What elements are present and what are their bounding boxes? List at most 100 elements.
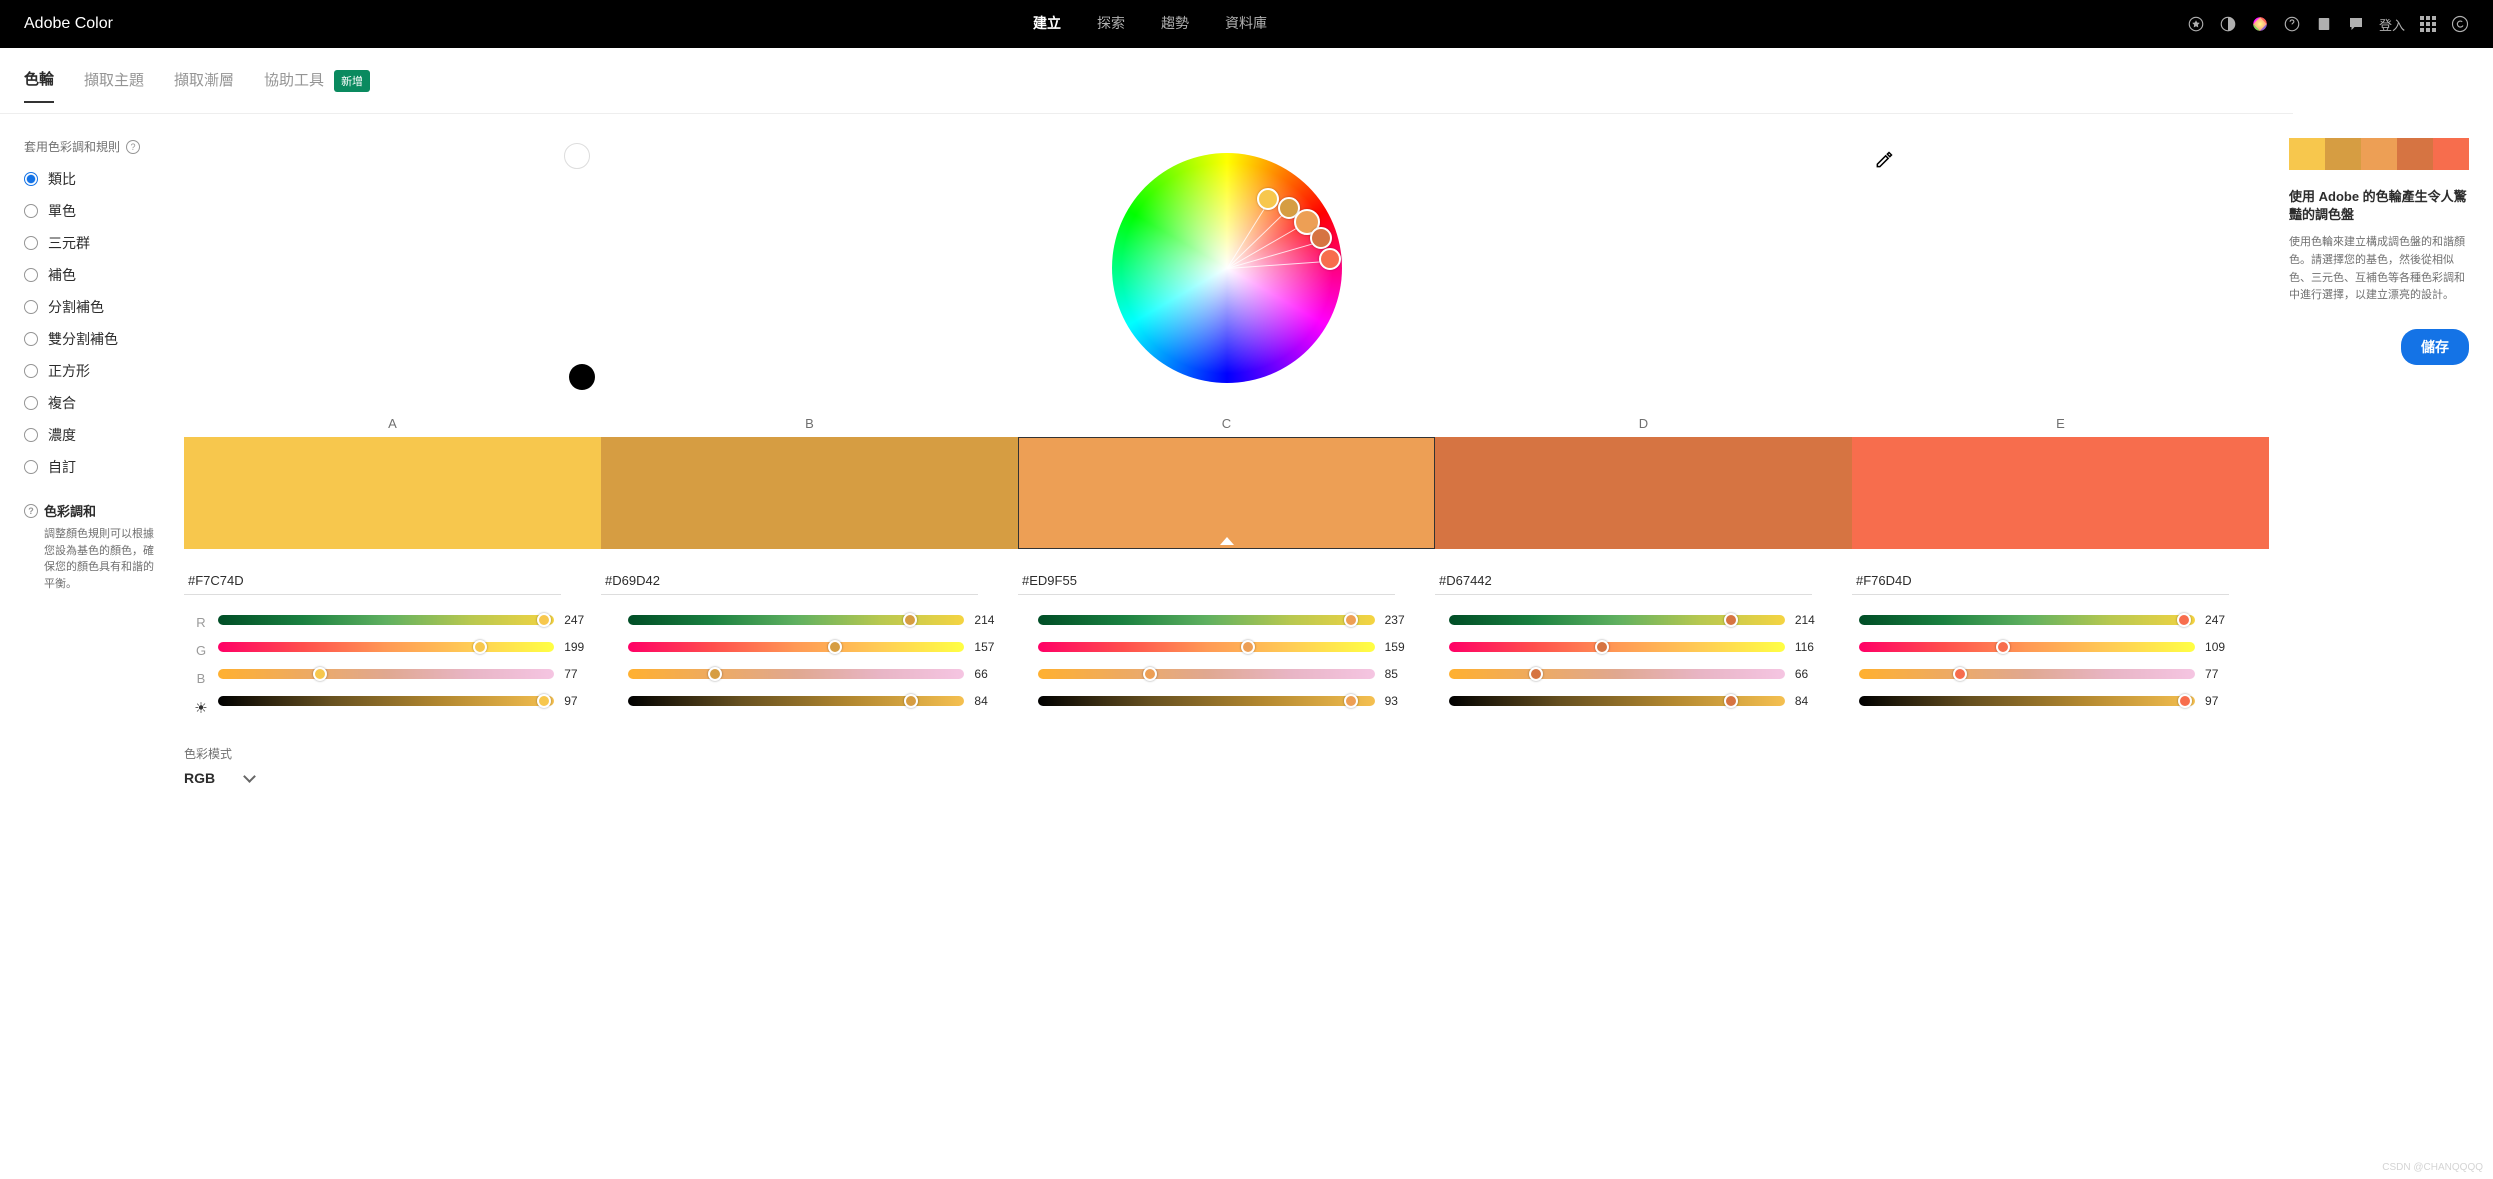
color-swatch[interactable] xyxy=(184,437,601,549)
slider-thumb[interactable] xyxy=(828,640,842,654)
slider-b[interactable] xyxy=(1449,669,1785,679)
slider-value[interactable]: 97 xyxy=(564,694,592,708)
slider-r[interactable] xyxy=(1859,615,2195,625)
slider-b[interactable] xyxy=(1038,669,1374,679)
slider-l[interactable] xyxy=(1859,696,2195,706)
hex-input[interactable]: #D67442 xyxy=(1435,573,1812,595)
slider-thumb[interactable] xyxy=(1241,640,1255,654)
hex-input[interactable]: #F76D4D xyxy=(1852,573,2229,595)
subtab-extract-gradient[interactable]: 擷取漸層 xyxy=(174,69,234,102)
help-icon[interactable] xyxy=(2283,15,2301,33)
slider-value[interactable]: 77 xyxy=(564,667,592,681)
rule-option[interactable]: 雙分割補色 xyxy=(24,329,164,349)
wheel-handle-d[interactable] xyxy=(1310,227,1332,249)
slider-value[interactable]: 66 xyxy=(974,667,1002,681)
color-wheel-icon[interactable] xyxy=(2251,15,2269,33)
slider-thumb[interactable] xyxy=(2177,613,2191,627)
slider-value[interactable]: 93 xyxy=(1385,694,1413,708)
color-swatch[interactable] xyxy=(1435,437,1852,549)
help-icon[interactable]: ? xyxy=(126,140,140,154)
slider-r[interactable] xyxy=(1038,615,1374,625)
slider-thumb[interactable] xyxy=(1953,667,1967,681)
wheel-handle-a[interactable] xyxy=(1257,188,1279,210)
rule-option[interactable]: 補色 xyxy=(24,265,164,285)
rule-option[interactable]: 單色 xyxy=(24,201,164,221)
nav-libraries[interactable]: 資料庫 xyxy=(1225,13,1267,35)
slider-g[interactable] xyxy=(1038,642,1374,652)
cc-icon[interactable] xyxy=(2451,15,2469,33)
login-link[interactable]: 登入 xyxy=(2379,15,2405,34)
rule-option[interactable]: 類比 xyxy=(24,169,164,189)
rule-option[interactable]: 濃度 xyxy=(24,425,164,445)
slider-thumb[interactable] xyxy=(1724,613,1738,627)
slider-g[interactable] xyxy=(628,642,964,652)
nav-create[interactable]: 建立 xyxy=(1033,13,1061,35)
slider-g[interactable] xyxy=(218,642,554,652)
color-swatch[interactable] xyxy=(601,437,1018,549)
eyedropper-icon[interactable] xyxy=(1874,150,1894,173)
rule-option[interactable]: 複合 xyxy=(24,393,164,413)
brightness-icon[interactable]: ☀ xyxy=(184,699,218,717)
slider-value[interactable]: 237 xyxy=(1385,613,1413,627)
slider-thumb[interactable] xyxy=(473,640,487,654)
rule-option[interactable]: 分割補色 xyxy=(24,297,164,317)
info-icon[interactable]: ? xyxy=(24,504,38,518)
slider-value[interactable]: 97 xyxy=(2205,694,2233,708)
slider-value[interactable]: 66 xyxy=(1795,667,1823,681)
slider-value[interactable]: 116 xyxy=(1795,640,1823,654)
nav-trends[interactable]: 趨勢 xyxy=(1161,13,1189,35)
slider-value[interactable]: 84 xyxy=(974,694,1002,708)
slider-thumb[interactable] xyxy=(1344,694,1358,708)
slider-value[interactable]: 199 xyxy=(564,640,592,654)
slider-b[interactable] xyxy=(628,669,964,679)
slider-thumb[interactable] xyxy=(313,667,327,681)
slider-value[interactable]: 84 xyxy=(1795,694,1823,708)
slider-value[interactable]: 157 xyxy=(974,640,1002,654)
slider-l[interactable] xyxy=(1038,696,1374,706)
slider-value[interactable]: 247 xyxy=(2205,613,2233,627)
slider-thumb[interactable] xyxy=(904,694,918,708)
mode-select[interactable]: RGB xyxy=(184,770,2269,786)
slider-g[interactable] xyxy=(1859,642,2195,652)
slider-l[interactable] xyxy=(1449,696,1785,706)
slider-r[interactable] xyxy=(628,615,964,625)
hex-input[interactable]: #D69D42 xyxy=(601,573,978,595)
black-point[interactable] xyxy=(569,364,595,390)
slider-thumb[interactable] xyxy=(537,694,551,708)
wheel-handle-e[interactable] xyxy=(1319,248,1341,270)
chat-icon[interactable] xyxy=(2347,15,2365,33)
subtab-extract-theme[interactable]: 擷取主題 xyxy=(84,69,144,102)
color-swatch[interactable] xyxy=(1018,437,1435,549)
slider-r[interactable] xyxy=(218,615,554,625)
slider-l[interactable] xyxy=(628,696,964,706)
slider-thumb[interactable] xyxy=(1724,694,1738,708)
slider-thumb[interactable] xyxy=(708,667,722,681)
slider-r[interactable] xyxy=(1449,615,1785,625)
notification-icon[interactable] xyxy=(2315,15,2333,33)
slider-value[interactable]: 159 xyxy=(1385,640,1413,654)
slider-thumb[interactable] xyxy=(1996,640,2010,654)
color-swatch[interactable] xyxy=(1852,437,2269,549)
white-point[interactable] xyxy=(564,143,590,169)
slider-thumb[interactable] xyxy=(1595,640,1609,654)
slider-thumb[interactable] xyxy=(1344,613,1358,627)
slider-value[interactable]: 85 xyxy=(1385,667,1413,681)
slider-g[interactable] xyxy=(1449,642,1785,652)
rule-option[interactable]: 自訂 xyxy=(24,457,164,477)
slider-value[interactable]: 109 xyxy=(2205,640,2233,654)
slider-l[interactable] xyxy=(218,696,554,706)
apps-icon[interactable] xyxy=(2419,15,2437,33)
slider-thumb[interactable] xyxy=(537,613,551,627)
rule-option[interactable]: 正方形 xyxy=(24,361,164,381)
slider-b[interactable] xyxy=(1859,669,2195,679)
slider-value[interactable]: 214 xyxy=(1795,613,1823,627)
slider-thumb[interactable] xyxy=(903,613,917,627)
subtab-wheel[interactable]: 色輪 xyxy=(24,68,54,103)
save-button[interactable]: 儲存 xyxy=(2401,329,2469,365)
hex-input[interactable]: #F7C74D xyxy=(184,573,561,595)
color-wheel[interactable] xyxy=(1112,153,1342,383)
rule-option[interactable]: 三元群 xyxy=(24,233,164,253)
slider-value[interactable]: 214 xyxy=(974,613,1002,627)
star-icon[interactable] xyxy=(2187,15,2205,33)
slider-thumb[interactable] xyxy=(1529,667,1543,681)
